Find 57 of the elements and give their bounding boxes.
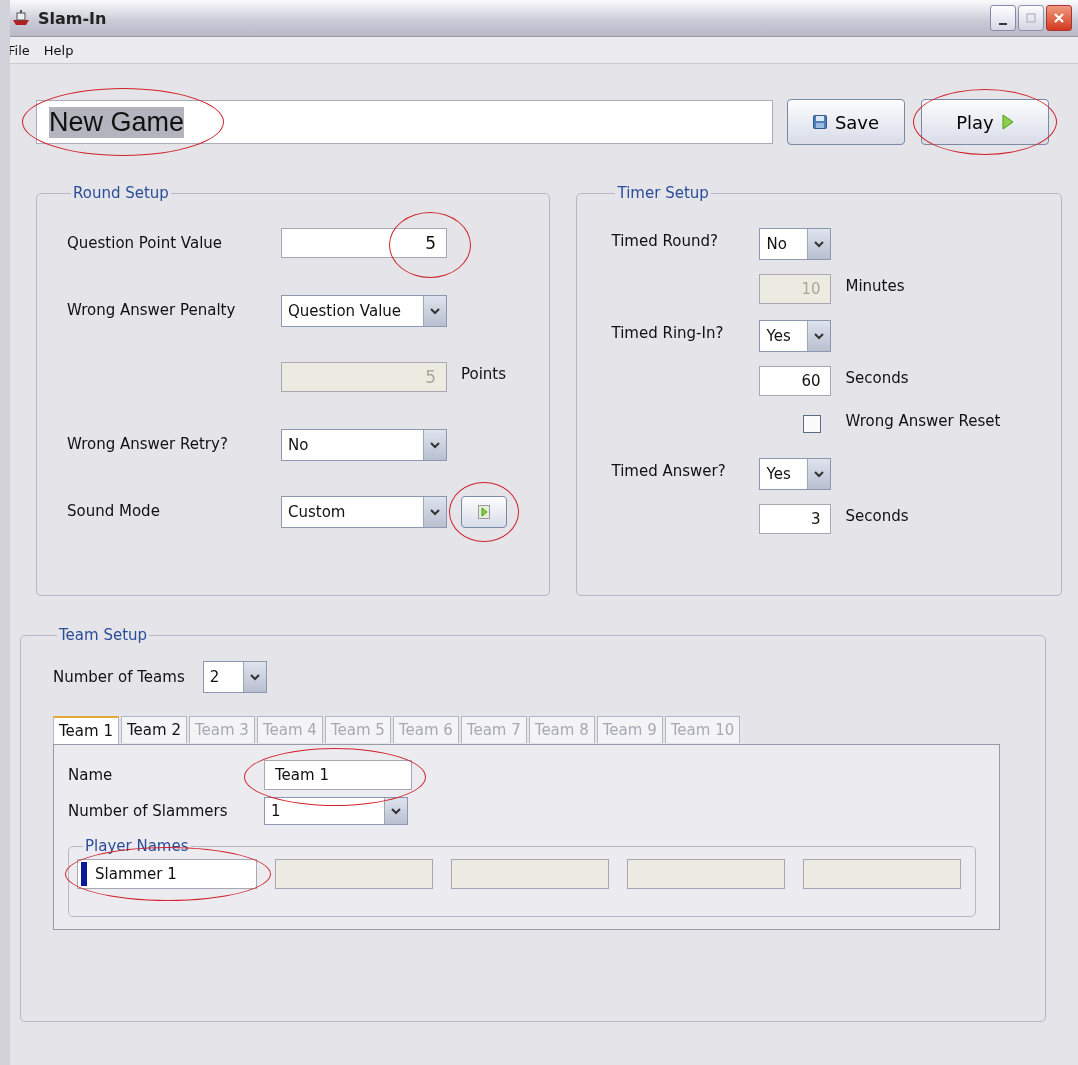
dropdown[interactable]: No bbox=[281, 429, 447, 461]
chevron-down-icon bbox=[430, 441, 440, 449]
dropdown[interactable]: 1 bbox=[264, 797, 408, 825]
field-label: Name bbox=[68, 766, 114, 784]
field-label: Question Point Value bbox=[67, 233, 224, 252]
team-name-field[interactable]: Team 1 bbox=[264, 760, 412, 790]
number-field[interactable]: 3 bbox=[759, 504, 832, 534]
minimize-button[interactable] bbox=[990, 5, 1016, 31]
field-label: Wrong Answer Retry? bbox=[67, 434, 229, 453]
player-name-field[interactable]: Slammer 1 bbox=[77, 859, 257, 889]
dropdown[interactable]: No bbox=[759, 228, 832, 260]
play-button[interactable]: Play bbox=[921, 99, 1049, 145]
game-name-field[interactable]: New Game bbox=[36, 100, 773, 144]
play-icon bbox=[478, 505, 490, 519]
field-label: Timed Round? bbox=[611, 231, 719, 250]
maximize-icon bbox=[1026, 13, 1036, 23]
sound-play-button[interactable] bbox=[461, 496, 507, 528]
menu-item[interactable]: Help bbox=[43, 42, 74, 58]
field-label: Number of Teams bbox=[53, 668, 185, 686]
checkbox[interactable] bbox=[803, 415, 822, 433]
team-tab[interactable]: Team 2 bbox=[120, 716, 187, 743]
field-label: Number of Slammers bbox=[68, 802, 229, 820]
dropdown[interactable]: Question Value bbox=[281, 295, 447, 327]
close-button[interactable] bbox=[1046, 5, 1072, 31]
group-title: Timer Setup bbox=[616, 184, 710, 202]
minimize-icon bbox=[999, 23, 1007, 25]
field-label: Timed Ring-In? bbox=[611, 323, 725, 342]
close-icon bbox=[1053, 12, 1065, 24]
field-label: Wrong Answer Penalty bbox=[67, 300, 237, 319]
dropdown[interactable]: Yes bbox=[759, 320, 832, 352]
field-label: Sound Mode bbox=[67, 501, 161, 520]
window-title: Slam-In bbox=[38, 8, 107, 28]
unit-label: Points bbox=[461, 365, 507, 385]
chevron-down-icon bbox=[814, 240, 825, 248]
chevron-down-icon bbox=[814, 332, 825, 340]
group-title: Team Setup bbox=[58, 626, 149, 644]
dropdown[interactable]: Custom bbox=[281, 496, 447, 528]
play-icon bbox=[1001, 114, 1014, 130]
team-tab[interactable]: Team 1 bbox=[53, 716, 119, 744]
chevron-down-icon bbox=[430, 307, 440, 315]
chevron-down-icon bbox=[430, 508, 440, 516]
menu-item[interactable]: File bbox=[10, 42, 30, 58]
dropdown[interactable]: 2 bbox=[202, 661, 267, 693]
unit-label: Minutes bbox=[845, 277, 905, 297]
number-field[interactable]: 60 bbox=[759, 366, 832, 396]
chevron-down-icon bbox=[814, 470, 825, 478]
chevron-down-icon bbox=[249, 673, 260, 681]
checkbox-label: Wrong Answer Reset bbox=[845, 412, 1001, 432]
unit-label: Seconds bbox=[845, 369, 909, 389]
field-label: Timed Answer? bbox=[611, 461, 727, 480]
ship-icon bbox=[12, 10, 30, 26]
number-field[interactable]: 5 bbox=[281, 228, 447, 258]
unit-label: Seconds bbox=[845, 507, 909, 527]
dropdown[interactable]: Yes bbox=[759, 458, 832, 490]
chevron-down-icon bbox=[391, 807, 401, 815]
save-button[interactable]: Save bbox=[787, 99, 905, 145]
group-title: Round Setup bbox=[72, 184, 170, 202]
